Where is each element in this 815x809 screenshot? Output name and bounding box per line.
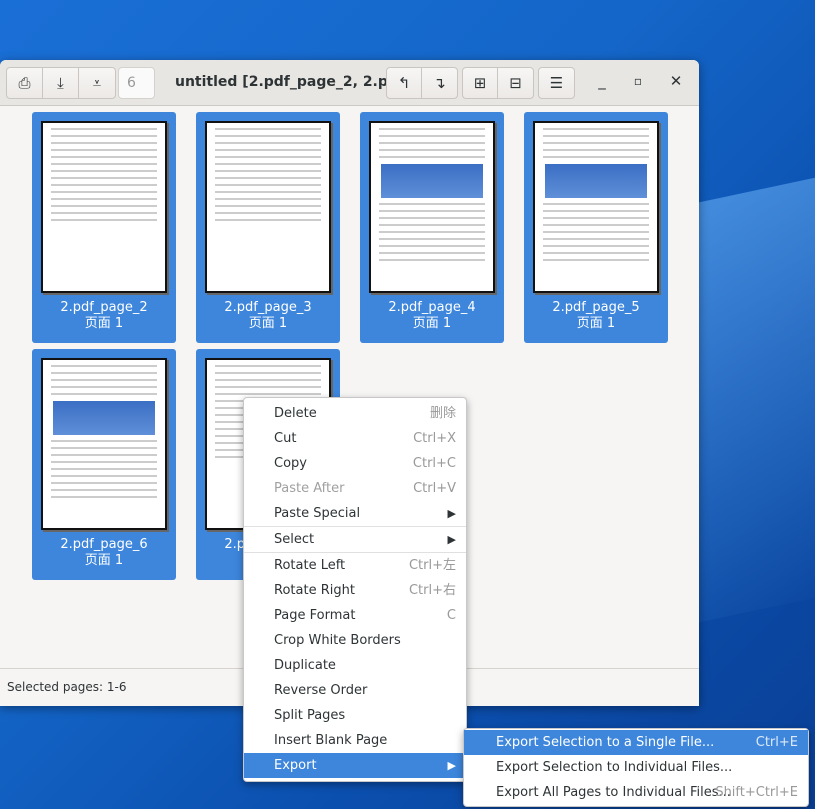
menu-item-delete[interactable]: Delete 删除: [244, 401, 466, 426]
menu-item-label: Rotate Left: [274, 558, 346, 573]
menu-item-label: Reverse Order: [274, 683, 368, 698]
menu-shortcut: Ctrl+C: [412, 456, 456, 471]
page-thumbnail[interactable]: 2.pdf_page_4 页面 1: [360, 112, 504, 343]
menu-item-paste-special[interactable]: Paste Special ▶: [244, 501, 466, 526]
menu-button: ☰: [538, 67, 575, 99]
menu-icon[interactable]: ☰: [539, 68, 574, 98]
menu-item-label: Split Pages: [274, 708, 346, 723]
submenu-arrow-icon: ▶: [447, 759, 456, 772]
menu-shortcut: C: [446, 608, 456, 623]
page-count-field[interactable]: 6: [118, 67, 155, 99]
menu-item-label: Cut: [274, 431, 297, 446]
zoom-out-icon[interactable]: ⊟: [498, 68, 533, 98]
menu-item-page-format[interactable]: Page Format C: [244, 603, 466, 628]
menu-item-label: Crop White Borders: [274, 633, 401, 648]
menu-item-rotate-left[interactable]: Rotate Left Ctrl+左: [244, 553, 466, 578]
export-menu-item[interactable]: Export Selection to a Single File... Ctrl…: [464, 730, 808, 755]
page-name: 2.pdf_page_3: [224, 300, 312, 315]
header-bar: ⎙ ⤓ ⩡ 6 untitled [2.pdf_page_2, 2.pdf_..…: [0, 60, 699, 106]
maximize-icon[interactable]: ▫: [628, 74, 648, 88]
menu-item-split-pages[interactable]: Split Pages: [244, 703, 466, 728]
menu-item-export[interactable]: Export ▶: [244, 753, 466, 778]
menu-item-label: Paste After: [274, 481, 345, 496]
menu-item-label: Select: [274, 532, 315, 547]
menu-item-reverse-order[interactable]: Reverse Order: [244, 678, 466, 703]
menu-item-copy[interactable]: Copy Ctrl+C: [244, 451, 466, 476]
menu-item-rotate-right[interactable]: Rotate Right Ctrl+右: [244, 578, 466, 603]
page-name: 2.pdf_page_5: [552, 300, 640, 315]
menu-item-label: Duplicate: [274, 658, 336, 673]
menu-item-label: Paste Special: [274, 506, 361, 521]
rotate-button-group: ↰ ↴: [386, 67, 458, 99]
menu-shortcut: Ctrl+右: [408, 583, 456, 598]
submenu-arrow-icon: ▶: [447, 533, 456, 546]
rotate-right-icon[interactable]: ↴: [422, 68, 457, 98]
menu-item-label: Page Format: [274, 608, 356, 623]
page-label: 页面 1: [248, 316, 288, 331]
page-label: 页面 1: [576, 316, 616, 331]
menu-item-label: Rotate Right: [274, 583, 355, 598]
page-preview: [205, 121, 331, 293]
page-preview: [369, 121, 495, 293]
import-icon[interactable]: ⎙: [7, 68, 43, 98]
menu-shortcut: Ctrl+V: [413, 481, 456, 496]
page-preview: [41, 358, 167, 530]
page-thumbnail[interactable]: 2.pdf_page_3 页面 1: [196, 112, 340, 343]
page-name: 2.pdf_page_6: [60, 537, 148, 552]
page-preview: [533, 121, 659, 293]
export-submenu: Export Selection to a Single File... Ctrl…: [463, 728, 809, 807]
menu-item-label: Copy: [274, 456, 307, 471]
submenu-arrow-icon: ▶: [447, 507, 456, 520]
rotate-left-icon[interactable]: ↰: [387, 68, 422, 98]
menu-item-label: Export Selection to a Single File...: [496, 735, 715, 750]
menu-item-label: Delete: [274, 406, 317, 421]
menu-item-label: Insert Blank Page: [274, 733, 388, 748]
menu-shortcut: Ctrl+E: [755, 735, 798, 750]
menu-item-label: Export Selection to Individual Files...: [496, 760, 733, 775]
export-menu-item[interactable]: Export Selection to Individual Files...: [464, 755, 808, 780]
export-menu-item[interactable]: Export All Pages to Individual Files... S…: [464, 780, 808, 805]
menu-item-select[interactable]: Select ▶: [244, 527, 466, 552]
menu-item-duplicate[interactable]: Duplicate: [244, 653, 466, 678]
menu-item-label: Export: [274, 758, 317, 773]
page-label: 页面 1: [412, 316, 452, 331]
menu-shortcut: 删除: [429, 406, 456, 421]
context-menu: Delete 删除 Cut Ctrl+X Copy Ctrl+C Paste After Ct…: [243, 397, 467, 782]
menu-shortcut: Shift+Ctrl+E: [715, 785, 798, 800]
close-icon[interactable]: ✕: [666, 72, 686, 90]
zoom-button-group: ⊞ ⊟: [462, 67, 534, 99]
page-thumbnail[interactable]: 2.pdf_page_5 页面 1: [524, 112, 668, 343]
save-as-icon[interactable]: ⩡: [79, 68, 115, 98]
page-name: 2.pdf_page_4: [388, 300, 476, 315]
menu-item-cut[interactable]: Cut Ctrl+X: [244, 426, 466, 451]
menu-shortcut: Ctrl+X: [413, 431, 456, 446]
menu-item-label: Export All Pages to Individual Files...: [496, 785, 731, 800]
page-thumbnail[interactable]: 2.pdf_page_2 页面 1: [32, 112, 176, 343]
minimize-icon[interactable]: _: [592, 72, 612, 90]
menu-item-crop-white-borders[interactable]: Crop White Borders: [244, 628, 466, 653]
page-preview: [41, 121, 167, 293]
save-icon[interactable]: ⤓: [43, 68, 79, 98]
menu-shortcut: Ctrl+左: [408, 558, 456, 573]
zoom-in-icon[interactable]: ⊞: [463, 68, 498, 98]
page-thumbnail[interactable]: 2.pdf_page_6 页面 1: [32, 349, 176, 580]
page-label: 页面 1: [84, 316, 124, 331]
menu-item-paste-after[interactable]: Paste After Ctrl+V: [244, 476, 466, 501]
page-name: 2.pdf_page_2: [60, 300, 148, 315]
page-label: 页面 1: [84, 553, 124, 568]
file-button-group: ⎙ ⤓ ⩡: [6, 67, 116, 99]
menu-item-insert-blank-page[interactable]: Insert Blank Page: [244, 728, 466, 753]
